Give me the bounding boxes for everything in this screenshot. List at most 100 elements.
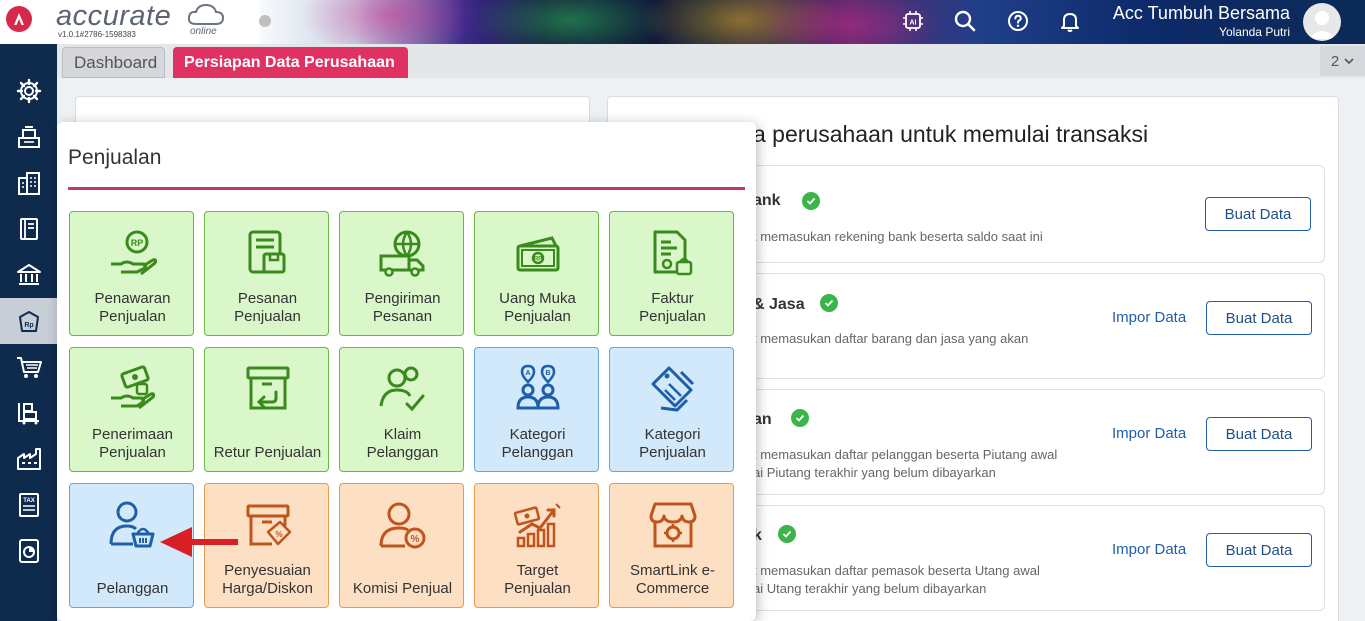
avatar[interactable] — [1303, 3, 1341, 41]
tile-label: Pelanggan — [366, 444, 439, 461]
tile-label: Retur Penjualan — [213, 444, 322, 461]
top-header: accurate online v1.0.1#2786-1598383 AI A… — [0, 0, 1365, 44]
impor-data-link[interactable]: Impor Data — [1112, 425, 1186, 442]
company-info[interactable]: Acc Tumbuh Bersama Yolanda Putri — [1113, 3, 1290, 39]
accurate-logo-icon — [6, 6, 32, 32]
check-icon — [778, 525, 796, 543]
ai-icon[interactable]: AI — [900, 8, 926, 34]
tile-label: SmartLink e- — [629, 562, 716, 579]
sidebar-item-asset[interactable] — [0, 252, 57, 298]
impor-data-link[interactable]: Impor Data — [1112, 309, 1186, 326]
tab-dashboard[interactable]: Dashboard — [62, 47, 165, 78]
tile-uang-muka-penjualan[interactable]: RP Uang Muka Penjualan — [474, 211, 599, 336]
user-name: Yolanda Putri — [1219, 25, 1290, 39]
row-description: t memasukan daftar pelanggan beserta Piu… — [753, 447, 1058, 462]
tile-penerimaan-penjualan[interactable]: Penerimaan Penjualan — [69, 347, 194, 472]
tile-target-penjualan[interactable]: Target Penjualan — [474, 483, 599, 608]
logo-online: online — [190, 26, 217, 37]
row-description: t memasukan daftar pemasok beserta Utang… — [753, 563, 1040, 578]
tile-pengiriman-pesanan[interactable]: Pengiriman Pesanan — [339, 211, 464, 336]
tile-label: Harga/Diskon — [222, 580, 313, 597]
help-icon[interactable] — [1005, 8, 1031, 34]
sidebar-item-tax[interactable]: TAX — [0, 482, 57, 528]
svg-text:%: % — [410, 534, 419, 545]
invoice-icon — [653, 230, 692, 276]
tile-faktur-penjualan[interactable]: Faktur Penjualan — [609, 211, 734, 336]
tile-retur-penjualan[interactable]: Retur Penjualan — [204, 347, 329, 472]
report-chart-icon — [18, 539, 39, 563]
building-icon — [17, 172, 40, 195]
tile-label: Pelanggan — [501, 444, 574, 461]
tile-smartlink-ecommerce[interactable]: SmartLink e- Commerce — [609, 483, 734, 608]
delivery-globe-truck-icon — [379, 230, 424, 277]
tile-kategori-pelanggan[interactable]: AB Kategori Pelanggan — [474, 347, 599, 472]
sales-category-tag-icon — [651, 366, 694, 412]
sidebar-item-purchase[interactable] — [0, 344, 57, 390]
sidebar-item-ledger[interactable] — [0, 206, 57, 252]
svg-text:AI: AI — [910, 20, 917, 27]
sidebar-item-sales[interactable]: Rp — [0, 298, 57, 344]
down-payment-money-icon: RP — [516, 236, 559, 272]
sales-bag-icon: Rp — [18, 311, 39, 332]
book-icon — [19, 218, 38, 240]
tile-label: Penjualan — [639, 444, 706, 461]
tab-count: 2 — [1330, 52, 1340, 70]
payment-receipt-hand-icon — [110, 365, 155, 410]
tax-icon: TAX — [18, 493, 39, 517]
tile-label: Kategori — [509, 426, 566, 443]
row-description: ai Utang terakhir yang belum dibayarkan — [753, 581, 987, 596]
check-icon — [791, 409, 809, 427]
buat-data-button[interactable]: Buat Data — [1206, 417, 1312, 451]
sidebar-item-company[interactable] — [0, 160, 57, 206]
sales-order-icon — [248, 230, 285, 274]
svg-text:RP: RP — [533, 257, 541, 263]
tile-label: Penerimaan — [92, 426, 173, 443]
svg-text:A: A — [525, 370, 530, 377]
factory-icon — [16, 448, 41, 470]
bell-icon[interactable] — [1057, 8, 1083, 34]
check-icon — [820, 294, 838, 312]
impor-data-link[interactable]: Impor Data — [1112, 541, 1186, 558]
setup-row-barang-jasa: & Jasa t memasukan daftar barang dan jas… — [740, 273, 1325, 379]
tile-label: Penjualan — [99, 308, 166, 325]
tab-count-dropdown[interactable]: 2 — [1320, 46, 1365, 76]
sidebar-item-bank[interactable] — [0, 114, 57, 160]
tile-label: Penjualan — [504, 580, 571, 597]
tile-penawaran-penjualan[interactable]: RP Penawaran Penjualan — [69, 211, 194, 336]
row-title: & Jasa — [753, 296, 805, 313]
search-icon[interactable] — [952, 8, 978, 34]
sidebar: Rp TAX — [0, 44, 57, 621]
row-description: ai Piutang terakhir yang belum dibayarka… — [753, 465, 996, 480]
tile-kategori-penjualan[interactable]: Kategori Penjualan — [609, 347, 734, 472]
app-version: v1.0.1#2786-1598383 — [58, 30, 136, 39]
sidebar-item-inventory[interactable] — [0, 390, 57, 436]
return-box-icon — [246, 366, 289, 410]
sidebar-item-report[interactable] — [0, 528, 57, 574]
arrow-left-icon — [160, 527, 238, 557]
tile-komisi-penjual[interactable]: % Komisi Penjual — [339, 483, 464, 608]
tile-label: Pesanan — [372, 308, 433, 325]
divider — [68, 187, 745, 190]
tile-klaim-pelanggan[interactable]: Klaim Pelanggan — [339, 347, 464, 472]
svg-text:TAX: TAX — [23, 498, 35, 504]
buat-data-button[interactable]: Buat Data — [1205, 197, 1311, 231]
customer-claim-icon — [379, 366, 424, 412]
setup-row-bank: ank t memasukan rekening bank beserta sa… — [740, 165, 1325, 263]
tile-label: Pesanan — [237, 290, 298, 307]
row-description: t memasukan rekening bank beserta saldo … — [753, 229, 1043, 244]
svg-text:Rp: Rp — [24, 322, 33, 329]
tile-label: Komisi Penjual — [352, 580, 453, 597]
tab-persiapan-data[interactable]: Persiapan Data Perusahaan — [173, 47, 408, 78]
sales-commission-icon: % — [379, 502, 425, 549]
buat-data-button[interactable]: Buat Data — [1206, 533, 1312, 567]
cash-register-icon — [17, 126, 40, 148]
logo-text: accurate — [56, 0, 172, 32]
sidebar-item-settings[interactable] — [0, 68, 57, 114]
buat-data-button[interactable]: Buat Data — [1206, 301, 1312, 335]
tile-pesanan-penjualan[interactable]: Pesanan Penjualan — [204, 211, 329, 336]
customer-category-icon: AB — [515, 364, 560, 410]
logo[interactable]: accurate online v1.0.1#2786-1598383 — [0, 0, 260, 44]
gear-icon — [16, 78, 41, 104]
sidebar-item-manufacture[interactable] — [0, 436, 57, 482]
tile-label: Target — [516, 562, 559, 579]
